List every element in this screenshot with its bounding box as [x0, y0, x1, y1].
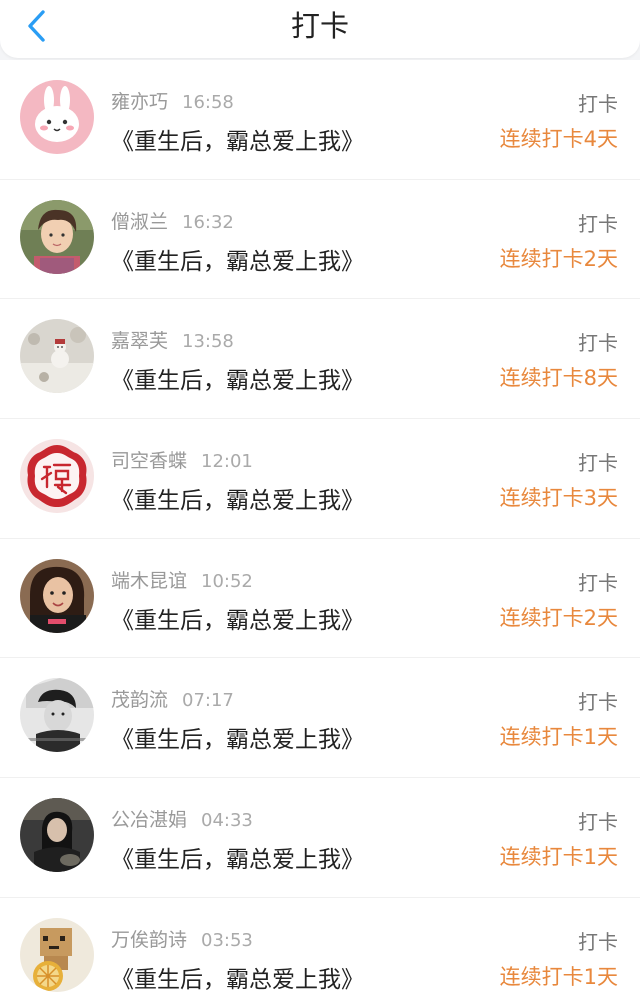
checkin-time: 13:58 — [182, 331, 234, 353]
fu-avatar[interactable] — [20, 439, 94, 514]
book-title: 《重生后，霸总爱上我》 — [111, 607, 364, 634]
book-title: 《重生后，霸总爱上我》 — [111, 727, 364, 754]
checkin-time: 16:32 — [182, 211, 234, 233]
checkin-label: 打卡 — [578, 451, 618, 476]
list-item[interactable]: 公冶湛娟 04:33 《重生后，霸总爱上我》 打卡 连续打卡1天 — [0, 778, 640, 898]
book-title: 《重生后，霸总爱上我》 — [111, 966, 364, 993]
boy-avatar[interactable] — [20, 199, 94, 274]
user-name: 司空香蝶 12:01 — [111, 450, 253, 473]
list-item[interactable]: 茂韵流 07:17 《重生后，霸总爱上我》 打卡 连续打卡1天 — [0, 658, 640, 779]
bw-avatar[interactable] — [20, 678, 94, 753]
checkin-label: 打卡 — [578, 92, 618, 116]
user-name: 万俟韵诗 03:53 — [111, 928, 253, 951]
list-item[interactable]: 端木昆谊 10:52 《重生后，霸总爱上我》 打卡 连续打卡2天 — [0, 539, 640, 659]
list-item[interactable]: 嘉翠芙 13:58 《重生后，霸总爱上我》 打卡 连续打卡8天 — [0, 299, 640, 420]
checkin-time: 04:33 — [201, 810, 253, 832]
streak-text: 连续打卡3天 — [499, 486, 618, 511]
book-title: 《重生后，霸总爱上我》 — [111, 488, 364, 515]
book-title: 《重生后，霸总爱上我》 — [111, 129, 364, 155]
checkin-label: 打卡 — [578, 331, 618, 356]
snow-avatar[interactable] — [20, 319, 94, 394]
user-name: 雍亦巧 16:58 — [111, 91, 234, 113]
book-title: 《重生后，霸总爱上我》 — [111, 248, 364, 275]
streak-text: 连续打卡8天 — [499, 366, 618, 391]
streak-text: 连续打卡2天 — [499, 246, 618, 271]
checkin-time: 03:53 — [201, 929, 253, 951]
list-item[interactable]: 万俟韵诗 03:53 《重生后，霸总爱上我》 打卡 连续打卡1天 — [0, 898, 640, 1001]
box-figure-avatar[interactable] — [20, 917, 94, 992]
book-title: 《重生后，霸总爱上我》 — [111, 847, 364, 874]
checkin-time: 07:17 — [182, 690, 234, 712]
list-item[interactable]: 雍亦巧 16:58 《重生后，霸总爱上我》 打卡 连续打卡4天 — [0, 60, 640, 180]
list-item[interactable]: 司空香蝶 12:01 《重生后，霸总爱上我》 打卡 连续打卡3天 — [0, 419, 640, 539]
dark-girl-avatar[interactable] — [20, 798, 94, 873]
list-item[interactable]: 僧淑兰 16:32 《重生后，霸总爱上我》 打卡 连续打卡2天 — [0, 180, 640, 300]
bunny-avatar[interactable] — [20, 80, 94, 154]
streak-text: 连续打卡1天 — [499, 845, 618, 870]
checkin-label: 打卡 — [578, 929, 618, 954]
user-name: 端木昆谊 10:52 — [111, 569, 253, 592]
streak-text: 连续打卡1天 — [499, 725, 618, 750]
page-title: 打卡 — [290, 9, 349, 43]
checkin-label: 打卡 — [578, 810, 618, 835]
streak-text: 连续打卡1天 — [499, 964, 618, 989]
streak-text: 连续打卡4天 — [499, 127, 618, 151]
girl-avatar[interactable] — [20, 558, 94, 633]
checkin-list: 雍亦巧 16:58 《重生后，霸总爱上我》 打卡 连续打卡4天 僧淑兰 16:32 … — [0, 60, 640, 1001]
checkin-label: 打卡 — [578, 570, 618, 595]
user-name: 僧淑兰 16:32 — [111, 210, 234, 233]
book-title: 《重生后，霸总爱上我》 — [111, 368, 364, 395]
checkin-time: 16:58 — [182, 92, 234, 113]
checkin-time: 12:01 — [201, 451, 253, 473]
user-name: 公冶湛娟 04:33 — [111, 809, 253, 832]
checkin-label: 打卡 — [578, 211, 618, 236]
top-bar: 打卡 — [0, 0, 640, 58]
user-name: 嘉翠芙 13:58 — [111, 330, 234, 353]
checkin-time: 10:52 — [201, 570, 253, 592]
streak-text: 连续打卡2天 — [499, 605, 618, 630]
checkin-label: 打卡 — [578, 690, 618, 715]
user-name: 茂韵流 07:17 — [111, 689, 234, 712]
